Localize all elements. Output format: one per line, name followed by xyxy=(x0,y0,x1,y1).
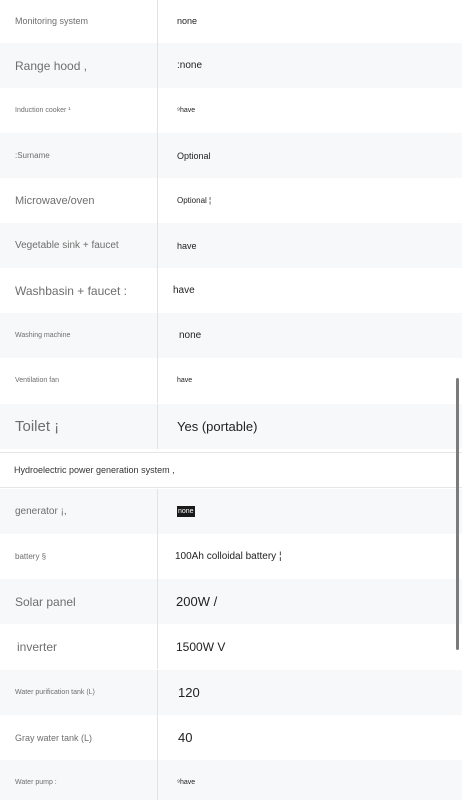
table-row: Gray water tank (L) 40 xyxy=(0,715,462,760)
row-label: Microwave/oven xyxy=(0,178,158,223)
table-row: Water pump : ⁹have xyxy=(0,760,462,800)
table-row: Range hood , :none xyxy=(0,43,462,88)
row-label: Induction cooker ¹ xyxy=(0,88,158,133)
section-heading: Hydroelectric power generation system , xyxy=(0,452,462,488)
row-value: none xyxy=(177,15,198,26)
row-value: Optional xyxy=(177,150,211,161)
table-row: Water purification tank (L) 120 xyxy=(0,670,462,715)
row-label: :Surname xyxy=(0,133,158,178)
row-value: 120 xyxy=(178,685,200,700)
row-value: ⁹have xyxy=(177,779,196,786)
row-label: Monitoring system xyxy=(0,0,158,43)
row-value: none xyxy=(179,330,202,341)
table-row: Ventilation fan have xyxy=(0,358,462,403)
row-value: Optional ¦ xyxy=(177,196,212,205)
table-row: Solar panel 200W / xyxy=(0,579,462,624)
row-label: Water purification tank (L) xyxy=(0,670,158,715)
table-row: generator ¡, none xyxy=(0,489,462,534)
row-label: Solar panel xyxy=(0,579,158,624)
table-row: Monitoring system none xyxy=(0,0,462,43)
row-label: Toilet ¡ xyxy=(0,404,158,449)
row-value: :none xyxy=(177,60,203,71)
row-label: Vegetable sink + faucet xyxy=(0,223,158,268)
row-value: 40 xyxy=(178,730,193,745)
spec-table: Monitoring system none Range hood , :non… xyxy=(0,0,462,800)
row-value: have xyxy=(177,377,193,384)
table-row: battery § 100Ah colloidal battery ¦ xyxy=(0,534,462,579)
row-label: Ventilation fan xyxy=(0,358,158,403)
table-row: Microwave/oven Optional ¦ xyxy=(0,178,462,223)
table-row: :Surname Optional xyxy=(0,133,462,178)
table-row: Washing machine none xyxy=(0,313,462,358)
row-label: Range hood , xyxy=(0,43,158,88)
row-value: have xyxy=(173,285,195,296)
row-label: battery § xyxy=(0,534,158,579)
table-row: Washbasin + faucet : have xyxy=(0,268,462,313)
row-label: generator ¡, xyxy=(0,489,158,534)
row-value: 1500W V xyxy=(176,639,226,654)
row-label: Water pump : xyxy=(0,760,158,800)
row-value: Yes (portable) xyxy=(177,419,258,434)
table-row: Induction cooker ¹ ⁹have xyxy=(0,88,462,133)
row-label: Washing machine xyxy=(0,313,158,358)
row-label: inverter xyxy=(0,624,158,669)
row-value: 100Ah colloidal battery ¦ xyxy=(175,551,282,562)
row-value: ⁹have xyxy=(177,107,196,114)
row-label: Washbasin + faucet : xyxy=(0,268,158,313)
table-row: Vegetable sink + faucet have xyxy=(0,223,462,268)
value-badge: none xyxy=(177,506,195,517)
scrollbar[interactable] xyxy=(456,378,459,650)
row-value: none xyxy=(158,489,462,534)
row-label: Gray water tank (L) xyxy=(0,715,158,760)
table-row: inverter 1500W V xyxy=(0,624,462,669)
row-value: have xyxy=(177,240,197,251)
table-row: Toilet ¡ Yes (portable) xyxy=(0,404,462,449)
row-value: 200W / xyxy=(176,594,218,609)
